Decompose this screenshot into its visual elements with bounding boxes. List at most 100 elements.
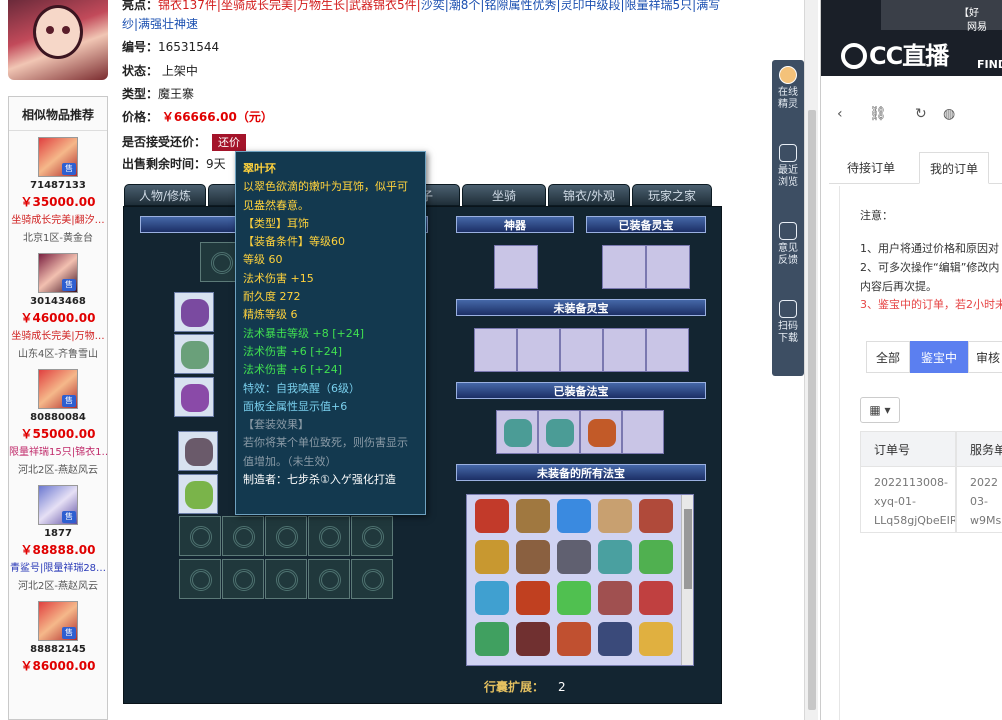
fabao-bag-item[interactable] <box>516 540 550 574</box>
unequipped-lingbao-slot[interactable] <box>646 328 689 372</box>
order-tab[interactable]: 待接订单 <box>837 152 905 184</box>
tooltip-level: 等级 60 <box>243 253 283 267</box>
fabao-bag-item[interactable] <box>639 499 673 533</box>
status-tab[interactable]: 审核 <box>968 341 1002 373</box>
bargain-button[interactable]: 还价 <box>212 134 247 151</box>
tooltip-stat: 法术伤害 +15 <box>243 271 314 285</box>
fabao-bag-item[interactable] <box>639 540 673 574</box>
sidebar-item[interactable]: 扫码 下载 <box>772 300 804 345</box>
inventory-slot[interactable] <box>265 559 307 599</box>
table-cell[interactable]: 2022113008- xyq-01- LLq58gjQbeEIRI <box>860 467 956 533</box>
lingbao-slot-2[interactable] <box>646 245 690 289</box>
globe-icon[interactable]: ◍ <box>943 106 955 122</box>
equipment-slot[interactable] <box>174 292 214 332</box>
back-icon[interactable]: ‹ <box>837 106 843 122</box>
equipped-fabao-slot[interactable] <box>622 410 664 454</box>
fabao-bag-item[interactable] <box>639 622 673 656</box>
tooltip-set: 【套装效果】 <box>243 418 309 432</box>
shenqi-header: 神器 <box>456 216 574 233</box>
sidebar-item[interactable]: 最近 浏览 <box>772 144 804 189</box>
column-toggle-button[interactable]: ▦ ▾ <box>860 397 900 423</box>
inventory-slot[interactable] <box>222 559 264 599</box>
fabao-bag-item[interactable] <box>639 581 673 615</box>
equipment-slot[interactable] <box>174 377 214 417</box>
fabao-bag-item[interactable] <box>516 581 550 615</box>
equipment-item-icon <box>181 341 209 369</box>
fabao-bag-item[interactable] <box>475 540 509 574</box>
bag-scrollbar[interactable] <box>681 495 693 665</box>
tab-item[interactable]: 锦衣/外观 <box>548 184 630 206</box>
fabao-bag-item[interactable] <box>557 540 591 574</box>
tab-item[interactable]: 人物/修炼 <box>124 184 206 206</box>
unequipped-lingbao-slot[interactable] <box>474 328 517 372</box>
similar-item-tags[interactable]: 青鲨号|限量祥瑞28… <box>9 559 107 574</box>
inventory-slot[interactable] <box>265 516 307 556</box>
fabao-bag-item[interactable] <box>475 622 509 656</box>
status-tab[interactable]: 全部 <box>866 341 910 373</box>
similar-item-tags[interactable]: 限量祥瑞15只|锦衣1… <box>9 443 107 458</box>
notice-line: 1、用户将通过价格和原因对 <box>860 242 999 255</box>
similar-item[interactable]: 售 80880084 ￥55000.00 限量祥瑞15只|锦衣1… 河北2区-燕赵风云 <box>9 363 107 479</box>
unequipped-lingbao-slot[interactable] <box>517 328 560 372</box>
inventory-slot[interactable] <box>308 516 350 556</box>
fabao-bag-item[interactable] <box>598 622 632 656</box>
fabao-bag-item[interactable] <box>475 499 509 533</box>
fabao-bag-item[interactable] <box>598 581 632 615</box>
equipment-slot[interactable] <box>178 431 218 471</box>
refresh-icon[interactable]: ↻ <box>915 106 927 122</box>
fabao-bag-item[interactable] <box>516 622 550 656</box>
lingbao-slot-1[interactable] <box>602 245 646 289</box>
fabao-bag-item[interactable] <box>557 622 591 656</box>
equipped-fabao-slot[interactable] <box>496 410 538 454</box>
similar-item[interactable]: 售 71487133 ￥35000.00 坐骑成长完美|翻汐… 北京1区-黄金台 <box>9 131 107 247</box>
similar-item-tags[interactable]: 坐骑成长完美|翻汐… <box>9 211 107 226</box>
fabao-bag-item[interactable] <box>557 581 591 615</box>
similar-item[interactable]: 售 30143468 ￥46000.00 坐骑成长完美|万物… 山东4区-齐鲁雪山 <box>9 247 107 363</box>
item-avatar[interactable]: 售 <box>38 253 78 293</box>
order-table: 订单号 服务单 2022113008- xyq-01- LLq58gjQbeEIRI 20… <box>860 431 1002 533</box>
fabao-bag-item[interactable] <box>557 499 591 533</box>
unequipped-lingbao-slot[interactable] <box>560 328 603 372</box>
tab-item[interactable]: 玩家之家 <box>632 184 712 206</box>
similar-item-tags[interactable]: 坐骑成长完美|万物… <box>9 327 107 342</box>
page-scrollbar[interactable] <box>804 0 818 720</box>
link-icon[interactable]: ⛓ <box>869 106 887 122</box>
item-avatar[interactable]: 售 <box>38 137 78 177</box>
notice-line: 2、可多次操作“编辑”修改内 <box>860 261 1000 274</box>
fabao-bag-item[interactable] <box>598 499 632 533</box>
similar-item[interactable]: 售 88882145 ￥86000.00 <box>9 595 107 711</box>
inventory-slot[interactable] <box>179 559 221 599</box>
shenqi-slot[interactable] <box>494 245 538 289</box>
similar-item-server: 河北2区-燕赵风云 <box>18 465 98 476</box>
status-tab[interactable]: 鉴宝中 <box>910 341 968 373</box>
equipment-slot[interactable] <box>174 334 214 374</box>
unequipped-lingbao-slot[interactable] <box>603 328 646 372</box>
inventory-slot[interactable] <box>222 516 264 556</box>
sidebar-item[interactable]: 在线 精灵 <box>772 66 804 111</box>
equipment-slot[interactable] <box>178 474 218 514</box>
fabao-bag-item[interactable] <box>516 499 550 533</box>
tab-item[interactable]: 坐骑 <box>462 184 546 206</box>
scan-icon <box>779 300 797 318</box>
order-tab[interactable]: 我的订单 <box>919 152 990 184</box>
equipped-fabao-slot[interactable] <box>538 410 580 454</box>
inventory-slot[interactable] <box>351 559 393 599</box>
highlights-line-1: 亮点：锦衣137件|坐骑成长完美|万物生长|武器锦衣5件|沙奕|潮8个|铭隙属性… <box>122 0 721 12</box>
inventory-slot[interactable] <box>308 559 350 599</box>
sidebar-item-label: 下载 <box>778 333 798 344</box>
inventory-slot[interactable] <box>179 516 221 556</box>
fabao-bag-item[interactable] <box>475 581 509 615</box>
screen: 相似物品推荐 售 71487133 ￥35000.00 坐骑成长完美|翻汐… 北京1区-… <box>0 0 1002 720</box>
equipped-fabao-slot[interactable] <box>580 410 622 454</box>
sidebar-item-label: 最近 <box>778 165 798 176</box>
item-id-row: 编号：16531544 <box>122 40 220 54</box>
notice-line: 3、鉴宝中的订单，若2小时未 <box>860 298 1002 311</box>
item-avatar[interactable]: 售 <box>38 369 78 409</box>
item-avatar[interactable]: 售 <box>38 485 78 525</box>
inventory-slot[interactable] <box>351 516 393 556</box>
sidebar-item[interactable]: 意见 反馈 <box>772 222 804 267</box>
fabao-bag-item[interactable] <box>598 540 632 574</box>
table-cell[interactable]: 2022 03- w9Ms <box>956 467 1002 533</box>
similar-item[interactable]: 售 1877 ￥88888.00 青鲨号|限量祥瑞28… 河北2区-燕赵风云 <box>9 479 107 595</box>
item-avatar[interactable]: 售 <box>38 601 78 641</box>
